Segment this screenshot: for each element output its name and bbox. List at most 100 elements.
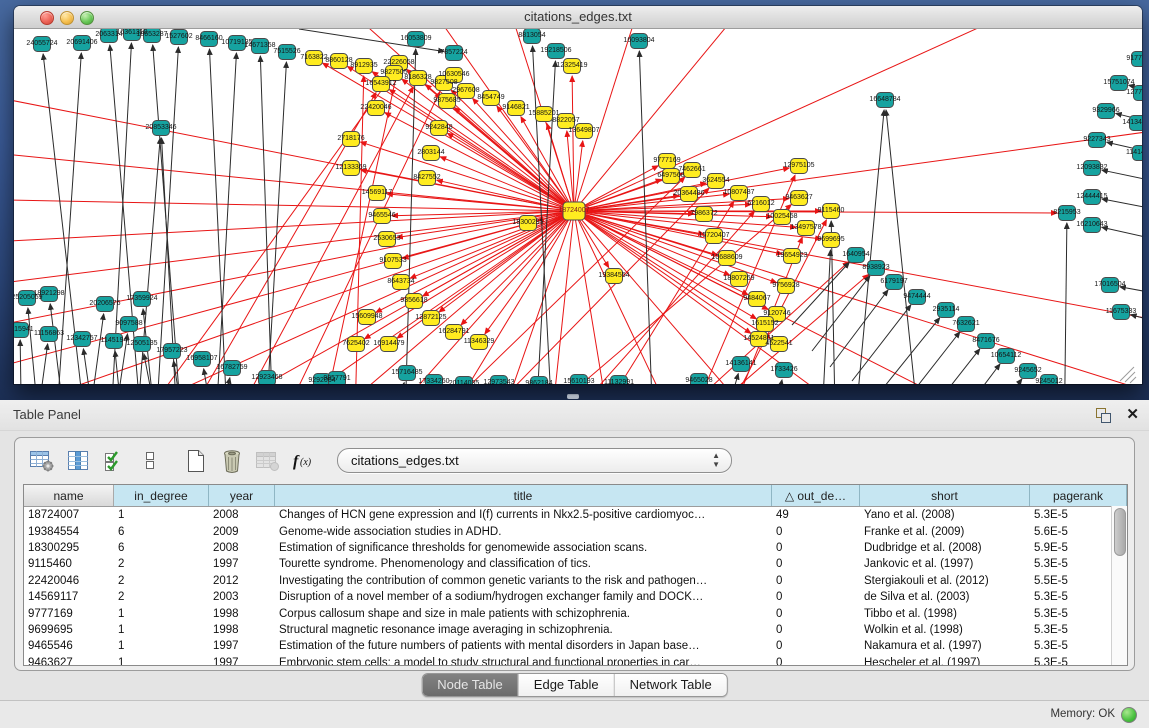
node-label: 10630546 — [438, 71, 469, 78]
vertical-scrollbar[interactable] — [1111, 506, 1127, 665]
table-settings-button[interactable] — [27, 447, 57, 475]
node-label: 12505135 — [126, 340, 157, 347]
citation-edge-black[interactable] — [1102, 199, 1142, 209]
table-row[interactable]: 2242004622012Investigating the contribut… — [24, 573, 1127, 589]
column-header-out_de[interactable]: △ out_de… — [772, 485, 860, 506]
scrollbar-thumb[interactable] — [1114, 508, 1126, 556]
column-header-name[interactable]: name — [24, 485, 114, 506]
citation-edge-black[interactable] — [264, 62, 286, 384]
table-cell: Estimation of the future numbers of pati… — [275, 640, 772, 652]
table-type-tabs: Node TableEdge TableNetwork Table — [421, 673, 728, 697]
citation-edge-black[interactable] — [942, 364, 1000, 384]
tab-network-table[interactable]: Network Table — [614, 674, 727, 696]
table-row[interactable]: 946554611997Estimation of the future num… — [24, 638, 1127, 654]
table-selector-dropdown[interactable]: citations_edges.txt ▲▼ — [337, 448, 732, 473]
table-cell: 19384554 — [24, 526, 114, 538]
unselect-all-button[interactable] — [135, 447, 165, 475]
select-all-button[interactable] — [99, 447, 129, 475]
node-label: 19218506 — [540, 47, 571, 54]
float-panel-icon[interactable] — [1095, 407, 1111, 423]
node-label: 16914479 — [373, 340, 404, 347]
table-row[interactable]: 1456911722003Disruption of a novel membe… — [24, 589, 1127, 605]
citation-edge-red[interactable] — [574, 141, 583, 211]
citation-edge-black[interactable] — [20, 340, 22, 384]
citation-network-graph[interactable]: 1872400718300295193845547163822886012889… — [14, 29, 1142, 384]
citation-edge-red[interactable] — [114, 211, 574, 384]
new-document-button[interactable] — [181, 447, 211, 475]
citation-edge-red[interactable] — [14, 89, 574, 211]
citation-edge-black[interactable] — [920, 349, 980, 384]
node-label: 8454749 — [477, 94, 504, 101]
node-label: 1527602 — [165, 33, 192, 40]
citation-edge-black[interactable] — [404, 49, 416, 384]
node-label: 9827508 — [430, 79, 457, 86]
citation-edge-black[interactable] — [964, 379, 1022, 384]
column-header-year[interactable]: year — [209, 485, 275, 506]
citation-edge-red[interactable] — [444, 211, 574, 384]
citation-edge-black[interactable] — [820, 250, 830, 384]
column-header-pagerank[interactable]: pagerank — [1030, 485, 1127, 506]
citation-edge-red[interactable] — [574, 29, 1064, 211]
node-label: 14671358 — [244, 42, 275, 49]
tab-edge-table[interactable]: Edge Table — [518, 674, 614, 696]
function-builder-button[interactable]: f (x) — [289, 447, 323, 475]
node-label: 16284791 — [438, 328, 469, 335]
node-label: 16093804 — [623, 37, 654, 44]
citation-edge-black[interactable] — [1131, 315, 1142, 321]
citation-edge-black[interactable] — [1102, 170, 1142, 181]
tab-node-table[interactable]: Node Table — [422, 674, 518, 696]
canvas-resize-grip[interactable] — [1125, 372, 1135, 382]
table-cell: Nakamura et al. (1997) — [860, 640, 1030, 652]
citation-edge-black[interactable] — [886, 110, 922, 384]
svg-text:(x): (x) — [300, 457, 312, 468]
citation-edge-black[interactable] — [876, 318, 940, 384]
table-row[interactable]: 911546021997Tourette syndrome. Phenomeno… — [24, 556, 1127, 572]
citation-edge-red[interactable] — [14, 211, 574, 334]
citation-edge-black[interactable] — [714, 374, 738, 384]
citation-edge-black[interactable] — [109, 43, 131, 384]
memory-status-icon[interactable] — [1121, 707, 1137, 723]
table-cell: 0 — [772, 558, 860, 570]
table-cell: Hescheler et al. (1997) — [860, 657, 1030, 666]
table-row[interactable]: 946362711997Embryonic stem cells: a mode… — [24, 655, 1127, 666]
citation-edge-red[interactable] — [14, 199, 574, 211]
column-header-in_degree[interactable]: in_degree — [114, 485, 209, 506]
citation-edge-red[interactable] — [423, 211, 574, 296]
citation-edge-red[interactable] — [403, 211, 574, 258]
table-cell: 0 — [772, 640, 860, 652]
citation-edge-black[interactable] — [852, 110, 884, 384]
citation-edge-red[interactable] — [14, 211, 574, 289]
table-row[interactable]: 1872400712008Changes of HCN gene express… — [24, 507, 1127, 523]
table-row[interactable]: 1938455462009Genome-wide association stu… — [24, 523, 1127, 539]
table-cell: 1997 — [209, 640, 275, 652]
network-canvas[interactable]: 1872400718300295193845547163822886012889… — [14, 29, 1142, 384]
citation-edge-black[interactable] — [174, 361, 189, 384]
node-label: 18807269 — [723, 275, 754, 282]
splitter-grip[interactable] — [567, 394, 579, 399]
table-cell: 49 — [772, 509, 860, 521]
citation-edge-black[interactable] — [212, 378, 230, 384]
delete-button[interactable] — [217, 447, 247, 475]
table-row[interactable]: 977716911998Corpus callosum shape and si… — [24, 605, 1127, 621]
citation-edge-red[interactable] — [448, 133, 574, 211]
canvas-resize-grip[interactable] — [1130, 377, 1136, 383]
node-label: 2718176 — [337, 135, 364, 142]
citation-edge-black[interactable] — [1102, 227, 1142, 239]
citation-edge-black[interactable] — [766, 380, 782, 384]
table-cell: 9777169 — [24, 608, 114, 620]
citation-edge-red[interactable] — [461, 211, 574, 325]
column-header-title[interactable]: title — [275, 485, 772, 506]
table-row[interactable]: 1830029562008Estimation of significance … — [24, 540, 1127, 556]
table-row[interactable]: 969969511998Structural magnetic resonanc… — [24, 622, 1127, 638]
node-label: 9242848 — [425, 124, 452, 131]
show-column-button[interactable] — [63, 447, 93, 475]
canvas-resize-grip[interactable] — [1120, 367, 1134, 381]
node-label: 8912935 — [350, 62, 377, 69]
close-panel-icon[interactable]: ✕ — [1126, 405, 1139, 423]
citation-edge-black[interactable] — [382, 383, 404, 384]
network-window-titlebar[interactable]: citations_edges.txt — [14, 6, 1142, 29]
citation-edge-black[interactable] — [260, 56, 274, 384]
citation-edge-black[interactable] — [852, 305, 911, 381]
column-header-short[interactable]: short — [860, 485, 1030, 506]
table-cell: 1997 — [209, 657, 275, 666]
